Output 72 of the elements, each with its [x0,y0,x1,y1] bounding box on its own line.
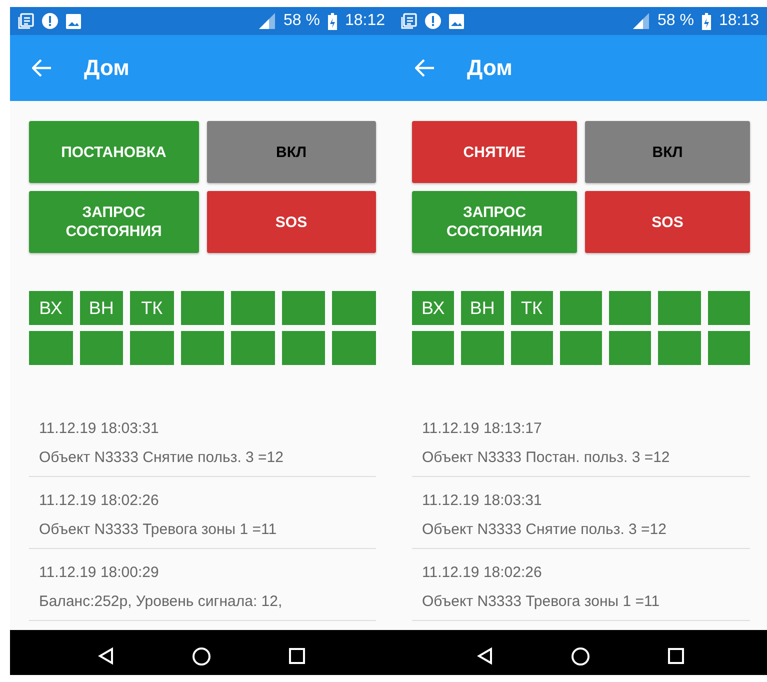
command-button[interactable]: ВКЛ [585,121,750,183]
event-time: 11.12.19 18:13:17 [422,420,543,437]
event-time: 11.12.19 18:03:31 [422,492,543,509]
event-text: Объект N3333 Тревога зоны 1 =11 [39,521,278,538]
zone-tile: ТК [510,291,553,325]
alert-icon [425,13,441,29]
event-text: Объект N3333 Постан. польз. 3 =12 [422,449,671,466]
clock: 18:12 [344,12,385,30]
event-text: Баланс:252р, Уровень сигнала: 12, [39,593,284,610]
signal-icon [633,13,650,29]
zone-tile [180,331,224,365]
zone-tile [609,331,652,365]
notes-icon [401,13,417,29]
event-time: 11.12.19 18:02:26 [422,564,543,581]
zone-tile [510,331,553,365]
recents-icon[interactable] [289,648,305,664]
command-button[interactable]: ПОСТАНОВКА [29,121,198,183]
back-arrow-icon[interactable] [415,59,435,77]
zone-tile: ТК [130,291,174,325]
command-button[interactable]: ЗАПРОС СОСТОЯНИЯ [29,191,198,253]
event-text: Объект N3333 Тревога зоны 1 =11 [422,593,661,610]
zone-tile [708,331,750,365]
event-time: 11.12.19 18:02:26 [39,492,160,509]
event-time: 11.12.19 18:00:29 [39,564,160,581]
zone-tile: ВН [80,291,124,325]
zone-tile [282,331,326,365]
back-arrow-icon[interactable] [32,59,52,77]
recents-icon[interactable] [668,648,684,664]
zone-tile [658,291,701,325]
notes-icon [18,13,34,29]
back-icon[interactable] [476,647,492,665]
command-button[interactable]: SOS [585,191,750,253]
command-button[interactable]: SOS [206,191,376,253]
zone-tile [180,291,224,325]
battery-percent: 58 % [283,12,320,30]
zone-tile [29,331,73,365]
event-text: Объект N3333 Снятие польз. 3 =12 [422,521,668,538]
signal-icon [259,13,276,29]
alert-icon [42,13,58,29]
zone-tile: ВХ [29,291,73,325]
screen-title: Дом [84,55,130,81]
battery-percent: 58 % [657,12,694,30]
event-text: Объект N3333 Снятие польз. 3 =12 [39,449,284,466]
command-button[interactable]: СНЯТИЕ [412,121,577,183]
command-button[interactable]: ЗАПРОС СОСТОЯНИЯ [412,191,577,253]
zone-tile [80,331,124,365]
zone-tile [461,331,504,365]
image-icon [449,14,464,28]
zone-tile [412,331,454,365]
battery-icon [702,12,711,30]
event-time: 11.12.19 18:03:31 [39,420,160,437]
back-icon[interactable] [98,647,114,665]
battery-icon [328,12,337,30]
zone-tile [332,291,376,325]
zone-tile [560,331,602,365]
screen-title: Дом [467,55,512,81]
zone-tile [282,291,326,325]
zone-tile [708,291,750,325]
zone-tile [332,331,376,365]
zone-tile [658,331,701,365]
zone-tile: ВН [461,291,504,325]
clock: 18:13 [718,12,759,30]
command-button[interactable]: ВКЛ [206,121,376,183]
home-icon[interactable] [570,646,590,666]
image-icon [66,14,81,28]
zone-tile [130,331,174,365]
zone-tile: ВХ [412,291,454,325]
zone-tile [609,291,652,325]
home-icon[interactable] [192,646,211,666]
zone-tile [231,331,275,365]
zone-tile [231,291,275,325]
zone-tile [560,291,602,325]
